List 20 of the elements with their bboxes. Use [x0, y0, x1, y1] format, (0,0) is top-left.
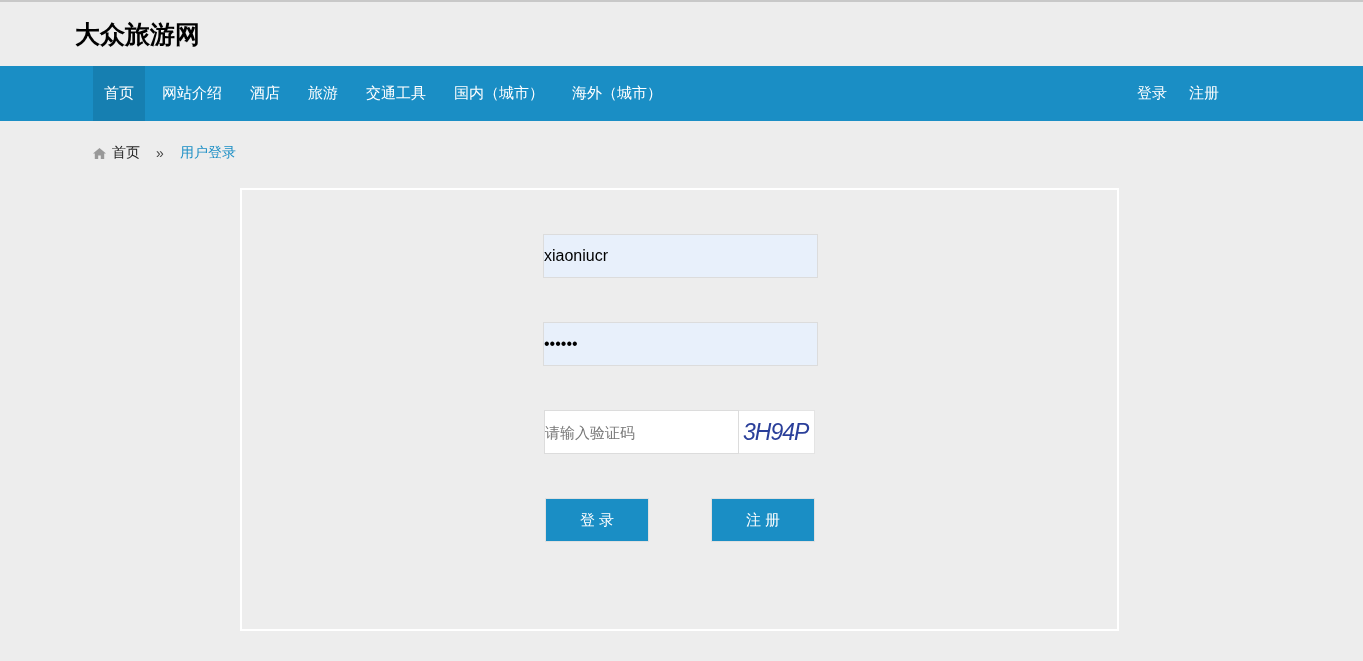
captcha-field[interactable]: 请输入验证码: [544, 410, 739, 454]
nav-link[interactable]: 酒店: [239, 66, 291, 121]
account-link[interactable]: 登录: [1126, 66, 1178, 121]
breadcrumb-separator: »: [156, 145, 164, 161]
username-field[interactable]: xiaoniucr: [543, 234, 818, 278]
register-button[interactable]: 注 册: [711, 498, 815, 542]
login-button[interactable]: 登 录: [545, 498, 649, 542]
home-icon: [93, 147, 106, 159]
captcha-image[interactable]: 3H94P: [739, 410, 815, 454]
nav-link[interactable]: 海外（城市）: [561, 66, 673, 121]
nav-link[interactable]: 国内（城市）: [443, 66, 555, 121]
password-field[interactable]: ••••••: [543, 322, 818, 366]
nav-link[interactable]: 旅游: [297, 66, 349, 121]
account-link[interactable]: 注册: [1178, 66, 1230, 121]
nav-link[interactable]: 网站介绍: [151, 66, 233, 121]
site-title: 大众旅游网: [75, 18, 200, 50]
breadcrumb-home-link[interactable]: 首页: [93, 144, 140, 162]
breadcrumb-current[interactable]: 用户登录: [179, 144, 236, 162]
nav-link[interactable]: 交通工具: [355, 66, 437, 121]
nav-link[interactable]: 首页: [93, 66, 145, 121]
